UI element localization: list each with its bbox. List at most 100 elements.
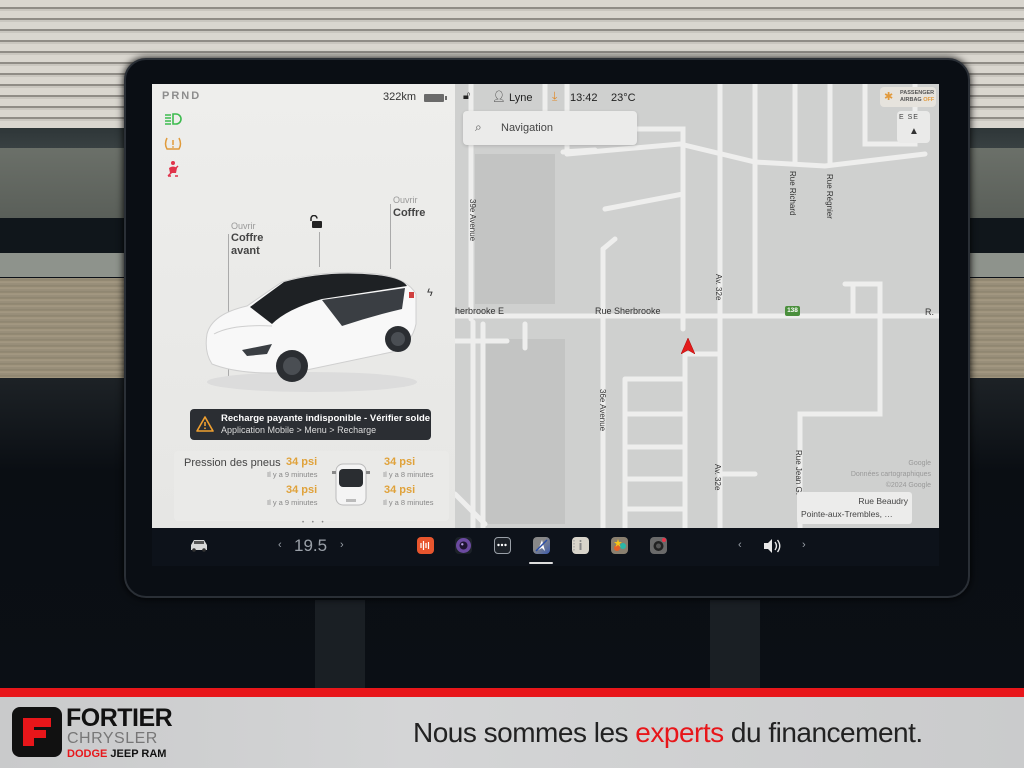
navigation-app-icon[interactable] <box>533 537 550 554</box>
location-street: Rue Beaudry <box>858 496 908 506</box>
alert-subtitle: Application Mobile > Menu > Recharge <box>221 425 377 435</box>
street-label: Rue Jean G. <box>794 450 803 495</box>
car-controls-button[interactable] <box>189 538 209 557</box>
software-update-icon[interactable]: ⤓ <box>552 89 557 104</box>
lock-leader-line <box>319 232 320 267</box>
slogan-end: du financement. <box>723 717 923 748</box>
street-label: Rue Régnier <box>825 174 834 219</box>
manual-app-icon[interactable] <box>572 537 589 554</box>
unlock-button[interactable] <box>310 214 324 234</box>
tire-front-right-updated: Il y a 8 minutes <box>383 470 434 479</box>
trunk-action-label[interactable]: Ouvrir <box>393 195 418 205</box>
street-label: 39e Avenue <box>468 199 477 242</box>
tire-rear-right-updated: Il y a 8 minutes <box>383 498 434 507</box>
street-label: 36e Avenue <box>598 389 607 432</box>
highway-shield: 138 <box>785 306 800 316</box>
driver-profile-icon[interactable]: 👤︎ <box>492 90 506 103</box>
more-apps-icon[interactable] <box>494 537 511 554</box>
frunk-action-label[interactable]: Ouvrir <box>231 221 256 231</box>
tire-pressure-title: Pression des pneus <box>184 457 281 469</box>
brand-dodge: DODGE <box>67 748 108 760</box>
dealer-banner: FORTIER CHRYSLER DODGE JEEP RAM Nous som… <box>0 697 1024 768</box>
trunk-button[interactable]: Coffre <box>393 207 425 220</box>
dealer-brands-line: DODGE JEEP RAM <box>67 748 166 760</box>
airbag-state: OFF <box>923 97 935 103</box>
car-status-panel: PRND 322km Ouvrir Coffre avant Ouvrir Co… <box>152 84 455 528</box>
screen-mount <box>315 600 365 690</box>
navigation-map[interactable]: 🔓︎ 👤︎ Lyne ⤓ 13:42 23°C ✱ PASSENGER AIRB… <box>455 84 939 528</box>
screen-mount <box>710 600 760 690</box>
clock: 13:42 <box>570 92 598 104</box>
frunk-label-line1: Coffre <box>231 232 264 244</box>
volume-up-button[interactable]: › <box>802 539 806 551</box>
active-app-indicator <box>529 562 553 564</box>
passenger-airbag-indicator: ✱ PASSENGER AIRBAG OFF <box>880 87 936 107</box>
search-icon: ⌕ <box>475 120 482 134</box>
charging-alert[interactable]: Recharge payante indisponible - Vérifier… <box>190 409 431 440</box>
tire-pressure-card[interactable]: Pression des pneus 34 psi Il y a 9 minut… <box>174 451 449 521</box>
frunk-button[interactable]: Coffre avant <box>231 232 263 258</box>
toybox-app-icon[interactable] <box>611 537 628 554</box>
vehicle-3d-model[interactable] <box>202 264 422 394</box>
street-label: Av. 32e <box>713 464 722 491</box>
driver-profile-name[interactable]: Lyne <box>509 92 532 104</box>
volume-button[interactable] <box>762 538 782 559</box>
map-attribution: Google Données cartographiques ©2024 Goo… <box>823 458 931 491</box>
gear-indicator: PRND <box>162 90 202 102</box>
banner-red-band <box>0 688 1024 697</box>
tire-rear-left-psi: 34 psi <box>286 484 318 496</box>
street-label: herbrooke E <box>455 306 505 316</box>
tire-rear-right-psi: 34 psi <box>384 484 416 496</box>
tire-rear-left-updated: Il y a 9 minutes <box>267 498 318 507</box>
street-label: R. <box>925 307 934 317</box>
lock-status-icon[interactable]: 🔓︎ <box>463 90 470 103</box>
headlights-icon <box>164 112 182 128</box>
attribution-line2: Données cartographiques <box>850 471 931 478</box>
north-arrow-icon: ▲ <box>909 126 919 137</box>
street-label: Rue Sherbrooke <box>595 306 661 316</box>
dashcam-app-icon[interactable] <box>650 537 667 554</box>
volume-down-button[interactable]: ‹ <box>738 539 742 551</box>
attribution-line3: ©2024 Google <box>885 482 931 489</box>
camera-app-icon[interactable] <box>455 537 472 554</box>
dealer-brand-chrysler: CHRYSLER <box>67 730 158 747</box>
audio-app-icon[interactable] <box>417 537 434 554</box>
tire-front-left-updated: Il y a 9 minutes <box>267 470 318 479</box>
dealer-logo-icon <box>12 707 62 757</box>
temp-up-button[interactable]: › <box>340 539 344 551</box>
outside-temperature: 23°C <box>611 92 636 104</box>
passenger-airbag-icon: ✱ <box>884 91 894 103</box>
range-readout: 322km <box>383 91 417 103</box>
page-indicator[interactable]: • • • <box>302 520 327 526</box>
airbag-line2: AIRBAG <box>900 97 922 103</box>
cabin-temperature[interactable]: 19.5 <box>294 536 327 556</box>
map-compass-button[interactable]: E SE ▲ <box>897 111 930 143</box>
brand-jeep-ram: JEEP RAM <box>107 748 167 760</box>
street-label: Av. 32e <box>714 274 723 301</box>
navigation-search-input[interactable]: ⌕ Navigation <box>463 111 637 145</box>
slogan-accent: experts <box>635 717 724 748</box>
temp-down-button[interactable]: ‹ <box>278 539 282 551</box>
top-view-car-icon <box>332 463 370 506</box>
compass-directions: E SE <box>899 114 919 121</box>
location-city: Pointe-aux-Trembles, … <box>801 509 893 519</box>
seatbelt-warning-icon <box>164 160 182 177</box>
tire-front-left-psi: 34 psi <box>286 456 318 468</box>
unlock-icon <box>310 214 322 228</box>
dealer-slogan: Nous sommes les experts du financement. <box>413 717 923 749</box>
vehicle-position-arrow-icon <box>681 338 695 354</box>
charge-port-icon[interactable]: ϟ <box>427 287 433 299</box>
trunk-leader-line <box>390 204 391 269</box>
slogan-start: Nous sommes les <box>413 717 636 748</box>
tire-front-right-psi: 34 psi <box>384 456 416 468</box>
photo-scene: PRND 322km Ouvrir Coffre avant Ouvrir Co… <box>0 0 1024 768</box>
warning-icon <box>196 416 214 432</box>
street-label: Rue Richard <box>788 171 797 216</box>
frunk-label-line2: avant <box>231 245 260 257</box>
bottom-taskbar: ‹ 19.5 › ‹ › <box>152 528 939 566</box>
battery-icon <box>424 94 447 102</box>
dealer-name: FORTIER <box>66 704 173 732</box>
alert-title: Recharge payante indisponible - Vérifier… <box>221 413 431 424</box>
location-card[interactable]: Rue Beaudry Pointe-aux-Trembles, … <box>797 492 912 524</box>
tire-pressure-warning-icon <box>164 136 182 152</box>
